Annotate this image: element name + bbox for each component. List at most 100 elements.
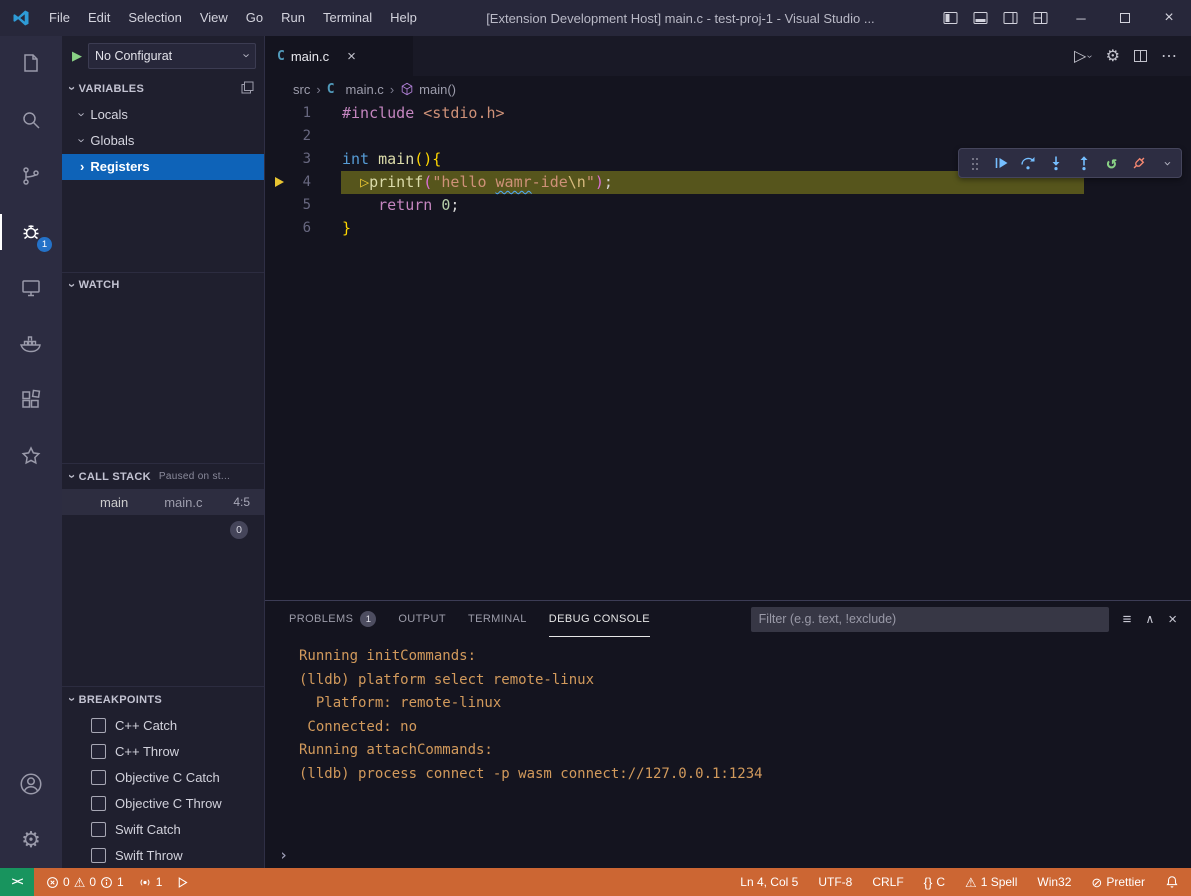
settings-gear-icon[interactable]: ⚙ — [0, 812, 62, 868]
menu-file[interactable]: File — [40, 0, 79, 36]
variables-item-locals[interactable]: › Locals — [62, 102, 264, 128]
step-over-button[interactable] — [1015, 149, 1043, 177]
breakpoints-section-header[interactable]: › BREAKPOINTS — [62, 686, 264, 712]
minimize-button[interactable]: ─ — [1059, 0, 1103, 36]
line-number[interactable]: 2 — [265, 125, 311, 148]
tab-main-c[interactable]: C main.c × — [265, 36, 413, 76]
breadcrumb-src[interactable]: src — [293, 82, 310, 97]
checkbox[interactable] — [91, 822, 106, 837]
breakpoint-item[interactable]: C++ Catch — [62, 712, 264, 738]
debug-status[interactable] — [169, 868, 196, 896]
drag-grip-icon[interactable] — [959, 149, 987, 177]
editor-gear-icon[interactable]: ⚙ — [1106, 46, 1120, 66]
disconnect-button[interactable] — [1126, 149, 1154, 177]
start-debug-icon[interactable]: ▶ — [72, 48, 82, 64]
code-line[interactable]: 6 } — [265, 217, 1191, 240]
run-debug-icon[interactable]: 1 — [0, 204, 62, 260]
maximize-button[interactable] — [1103, 0, 1147, 36]
menu-go[interactable]: Go — [237, 0, 272, 36]
step-into-button[interactable] — [1042, 149, 1070, 177]
breakpoint-item[interactable]: Swift Throw — [62, 842, 264, 868]
eol-indicator[interactable]: CRLF — [862, 868, 913, 896]
remote-explorer-icon[interactable] — [0, 260, 62, 316]
close-panel-icon[interactable]: × — [1168, 611, 1177, 628]
collapse-panel-icon[interactable]: ∧ — [1145, 612, 1154, 626]
spell-checker-status[interactable]: ⚠ 1 Spell — [955, 868, 1027, 896]
restart-button[interactable]: ↺ — [1098, 149, 1126, 177]
menu-view[interactable]: View — [191, 0, 237, 36]
variables-item-globals[interactable]: › Globals — [62, 128, 264, 154]
chevron-down-icon[interactable]: › — [1153, 149, 1181, 177]
tab-debug-console[interactable]: DEBUG CONSOLE — [549, 601, 650, 637]
menu-terminal[interactable]: Terminal — [314, 0, 381, 36]
language-mode[interactable]: {} C — [914, 868, 955, 896]
cursor-position[interactable]: Ln 4, Col 5 — [730, 868, 808, 896]
split-editor-icon[interactable] — [1134, 50, 1147, 62]
console-input-prompt[interactable]: › — [279, 846, 288, 864]
breakpoint-item[interactable]: C++ Throw — [62, 738, 264, 764]
docker-icon[interactable] — [0, 316, 62, 372]
layout-panel-icon[interactable] — [965, 4, 995, 32]
close-tab-icon[interactable]: × — [347, 48, 356, 65]
close-button[interactable]: × — [1147, 0, 1191, 36]
layout-sidebar-icon[interactable] — [935, 4, 965, 32]
remote-indicator[interactable]: >< — [0, 868, 34, 896]
debug-config-dropdown[interactable]: No Configurat › — [88, 43, 256, 69]
menu-run[interactable]: Run — [272, 0, 314, 36]
checkbox[interactable] — [91, 718, 106, 733]
watch-section-header[interactable]: › WATCH — [62, 272, 264, 298]
breakpoint-item[interactable]: Objective C Throw — [62, 790, 264, 816]
ports-icon — [138, 876, 152, 889]
tab-terminal[interactable]: TERMINAL — [468, 601, 527, 637]
menu-help[interactable]: Help — [381, 0, 426, 36]
line-number[interactable]: 1 — [265, 102, 311, 125]
code-editor[interactable]: ↺ › 1 #include <stdio.h> 2 3 int main(){ — [265, 102, 1191, 600]
line-number[interactable]: 3 — [265, 148, 311, 171]
notifications-bell[interactable] — [1155, 868, 1191, 896]
layout-secondary-sidebar-icon[interactable] — [995, 4, 1025, 32]
call-stack-section-header[interactable]: › CALL STACK Paused on st... — [62, 463, 264, 489]
menu-edit[interactable]: Edit — [79, 0, 119, 36]
breadcrumb-file[interactable]: C main.c — [327, 82, 384, 97]
console-filter-input[interactable] — [751, 607, 1109, 632]
platform-indicator[interactable]: Win32 — [1027, 868, 1081, 896]
continue-button[interactable] — [987, 149, 1015, 177]
explorer-icon[interactable] — [0, 36, 62, 92]
checkbox[interactable] — [91, 770, 106, 785]
extensions-icon[interactable] — [0, 372, 62, 428]
code-line[interactable]: 1 #include <stdio.h> — [265, 102, 1191, 125]
step-out-button[interactable] — [1070, 149, 1098, 177]
code-line[interactable]: 5 return 0; — [265, 194, 1191, 217]
chevron-down-icon: › — [65, 475, 80, 480]
line-number[interactable]: 5 — [265, 194, 311, 217]
code-line[interactable]: 2 — [265, 125, 1191, 148]
line-number[interactable]: 4 — [265, 171, 311, 194]
inline-breakpoint-icon[interactable]: ▷ — [360, 173, 369, 191]
formatter-status[interactable]: ⊘ Prettier — [1081, 868, 1155, 896]
filter-lines-icon[interactable]: ≡ — [1123, 611, 1132, 628]
run-file-button[interactable]: ▷› — [1074, 46, 1092, 66]
variables-section-header[interactable]: › VARIABLES — [62, 76, 264, 102]
menu-selection[interactable]: Selection — [119, 0, 190, 36]
checkbox[interactable] — [91, 744, 106, 759]
breakpoint-item[interactable]: Swift Catch — [62, 816, 264, 842]
star-icon[interactable] — [0, 428, 62, 484]
encoding-indicator[interactable]: UTF-8 — [808, 868, 862, 896]
ports-status[interactable]: 1 — [131, 868, 170, 896]
line-number[interactable]: 6 — [265, 217, 311, 240]
more-actions-icon[interactable]: ⋯ — [1161, 46, 1177, 66]
source-control-icon[interactable] — [0, 148, 62, 204]
account-icon[interactable] — [0, 756, 62, 812]
breakpoint-item[interactable]: Objective C Catch — [62, 764, 264, 790]
checkbox[interactable] — [91, 848, 106, 863]
layout-customize-icon[interactable] — [1025, 4, 1055, 32]
search-icon[interactable] — [0, 92, 62, 148]
breadcrumb-symbol[interactable]: main() — [400, 82, 456, 97]
checkbox[interactable] — [91, 796, 106, 811]
debug-panels-icon[interactable] — [241, 81, 254, 97]
tab-output[interactable]: OUTPUT — [398, 601, 446, 637]
problems-status[interactable]: 0 ⚠ 0 1 — [34, 868, 131, 896]
tab-problems[interactable]: PROBLEMS 1 — [289, 601, 376, 637]
call-stack-frame[interactable]: main main.c 4:5 — [62, 489, 264, 515]
variables-item-registers[interactable]: › Registers — [62, 154, 264, 180]
